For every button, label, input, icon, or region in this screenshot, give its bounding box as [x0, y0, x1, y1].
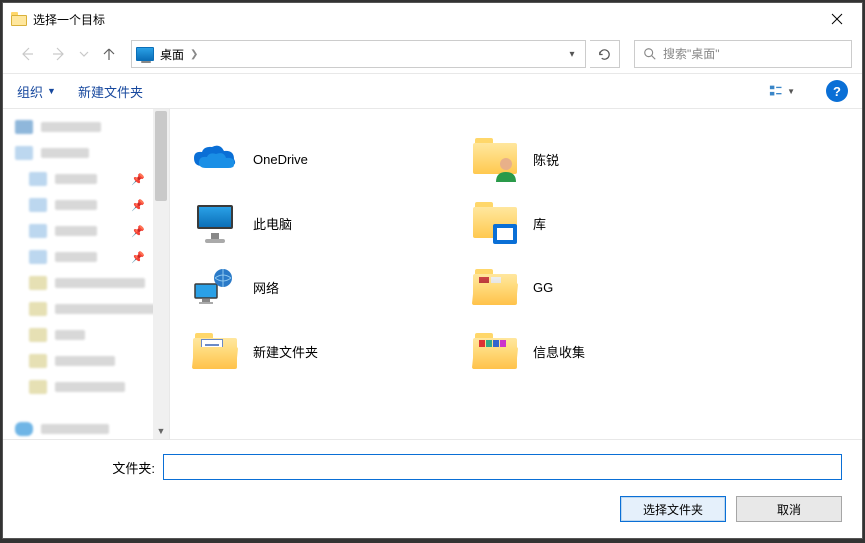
- address-dropdown[interactable]: ▾: [561, 49, 583, 60]
- pin-icon: 📌: [131, 225, 145, 238]
- new-folder-button[interactable]: 新建文件夹: [78, 82, 143, 101]
- folder-icon: [473, 333, 517, 369]
- arrow-up-icon: [101, 46, 117, 62]
- folder-label: 文件夹:: [23, 458, 155, 477]
- organize-menu[interactable]: 组织 ▼: [17, 82, 56, 101]
- back-button[interactable]: [13, 40, 41, 68]
- navigation-pane[interactable]: 📌 📌 📌 📌 ▲ ▼: [3, 109, 169, 439]
- close-button[interactable]: [814, 4, 860, 34]
- item-label: 网络: [253, 278, 279, 297]
- select-folder-label: 选择文件夹: [643, 501, 703, 518]
- search-input[interactable]: [663, 47, 843, 61]
- library-icon: [493, 224, 517, 244]
- pin-icon: 📌: [131, 173, 145, 186]
- folder-picker-dialog: 选择一个目标 桌面 ❯ ▾ 组织 ▼ 新建文件夹: [2, 2, 863, 539]
- item-label: 陈锐: [533, 150, 559, 169]
- buttons-row: 选择文件夹 取消: [23, 496, 842, 522]
- caret-down-icon: ▼: [787, 87, 795, 96]
- chevron-down-icon: [79, 49, 89, 59]
- cancel-button[interactable]: 取消: [736, 496, 842, 522]
- address-bar[interactable]: 桌面 ❯ ▾: [131, 40, 586, 68]
- scroll-thumb[interactable]: [155, 111, 167, 201]
- search-box[interactable]: [634, 40, 852, 68]
- cancel-label: 取消: [777, 501, 801, 518]
- pin-icon: 📌: [131, 199, 145, 212]
- new-folder-label: 新建文件夹: [78, 82, 143, 101]
- dialog-title: 选择一个目标: [33, 11, 814, 28]
- body-area: 📌 📌 📌 📌 ▲ ▼: [3, 109, 862, 440]
- item-label: 信息收集: [533, 342, 585, 361]
- folder-icon: [473, 269, 517, 305]
- user-icon: [493, 156, 519, 182]
- item-label: 此电脑: [253, 214, 292, 233]
- titlebar: 选择一个目标: [3, 3, 862, 35]
- footer: 文件夹: 选择文件夹 取消: [3, 440, 862, 538]
- item-libraries[interactable]: 库: [470, 193, 750, 253]
- content-pane[interactable]: OneDrive 陈锐 此电脑 库: [169, 109, 862, 439]
- folder-field-row: 文件夹:: [23, 454, 842, 480]
- folder-icon: [193, 333, 237, 369]
- item-label: 新建文件夹: [253, 342, 318, 361]
- breadcrumb-separator-icon[interactable]: ❯: [190, 49, 198, 60]
- item-network[interactable]: 网络: [190, 257, 470, 317]
- forward-button[interactable]: [45, 40, 73, 68]
- recent-locations-button[interactable]: [77, 40, 91, 68]
- desktop-icon: [136, 47, 154, 61]
- arrow-left-icon: [18, 45, 36, 63]
- network-icon: [191, 266, 239, 308]
- folder-input[interactable]: [163, 454, 842, 480]
- item-this-pc[interactable]: 此电脑: [190, 193, 470, 253]
- item-label: OneDrive: [253, 152, 308, 167]
- close-icon: [831, 13, 843, 25]
- onedrive-icon: [192, 144, 238, 174]
- refresh-icon: [597, 47, 612, 62]
- breadcrumb-desktop[interactable]: 桌面: [160, 46, 184, 63]
- folder-icon: [11, 12, 27, 26]
- items-grid: OneDrive 陈锐 此电脑 库: [190, 129, 862, 385]
- view-icon: [769, 83, 785, 99]
- toolbar: 组织 ▼ 新建文件夹 ▼ ?: [3, 73, 862, 109]
- item-user[interactable]: 陈锐: [470, 129, 750, 189]
- arrow-right-icon: [50, 45, 68, 63]
- pin-icon: 📌: [131, 251, 145, 264]
- item-label: 库: [533, 214, 546, 233]
- item-info-collect[interactable]: 信息收集: [470, 321, 750, 381]
- select-folder-button[interactable]: 选择文件夹: [620, 496, 726, 522]
- item-label: GG: [533, 280, 553, 295]
- sidebar-scrollbar[interactable]: ▲ ▼: [153, 109, 169, 439]
- up-button[interactable]: [95, 40, 123, 68]
- navigation-row: 桌面 ❯ ▾: [3, 35, 862, 73]
- search-icon: [643, 47, 657, 61]
- scroll-down-icon[interactable]: ▼: [153, 423, 169, 439]
- caret-down-icon: ▼: [47, 86, 56, 96]
- pc-icon: [193, 203, 237, 243]
- organize-label: 组织: [17, 82, 43, 101]
- item-gg[interactable]: GG: [470, 257, 750, 317]
- view-options-button[interactable]: ▼: [768, 79, 796, 103]
- item-new-folder[interactable]: 新建文件夹: [190, 321, 470, 381]
- help-button[interactable]: ?: [826, 80, 848, 102]
- sidebar-tree: 📌 📌 📌 📌: [3, 109, 169, 439]
- item-onedrive[interactable]: OneDrive: [190, 129, 470, 189]
- help-icon: ?: [833, 84, 841, 99]
- refresh-button[interactable]: [590, 40, 620, 68]
